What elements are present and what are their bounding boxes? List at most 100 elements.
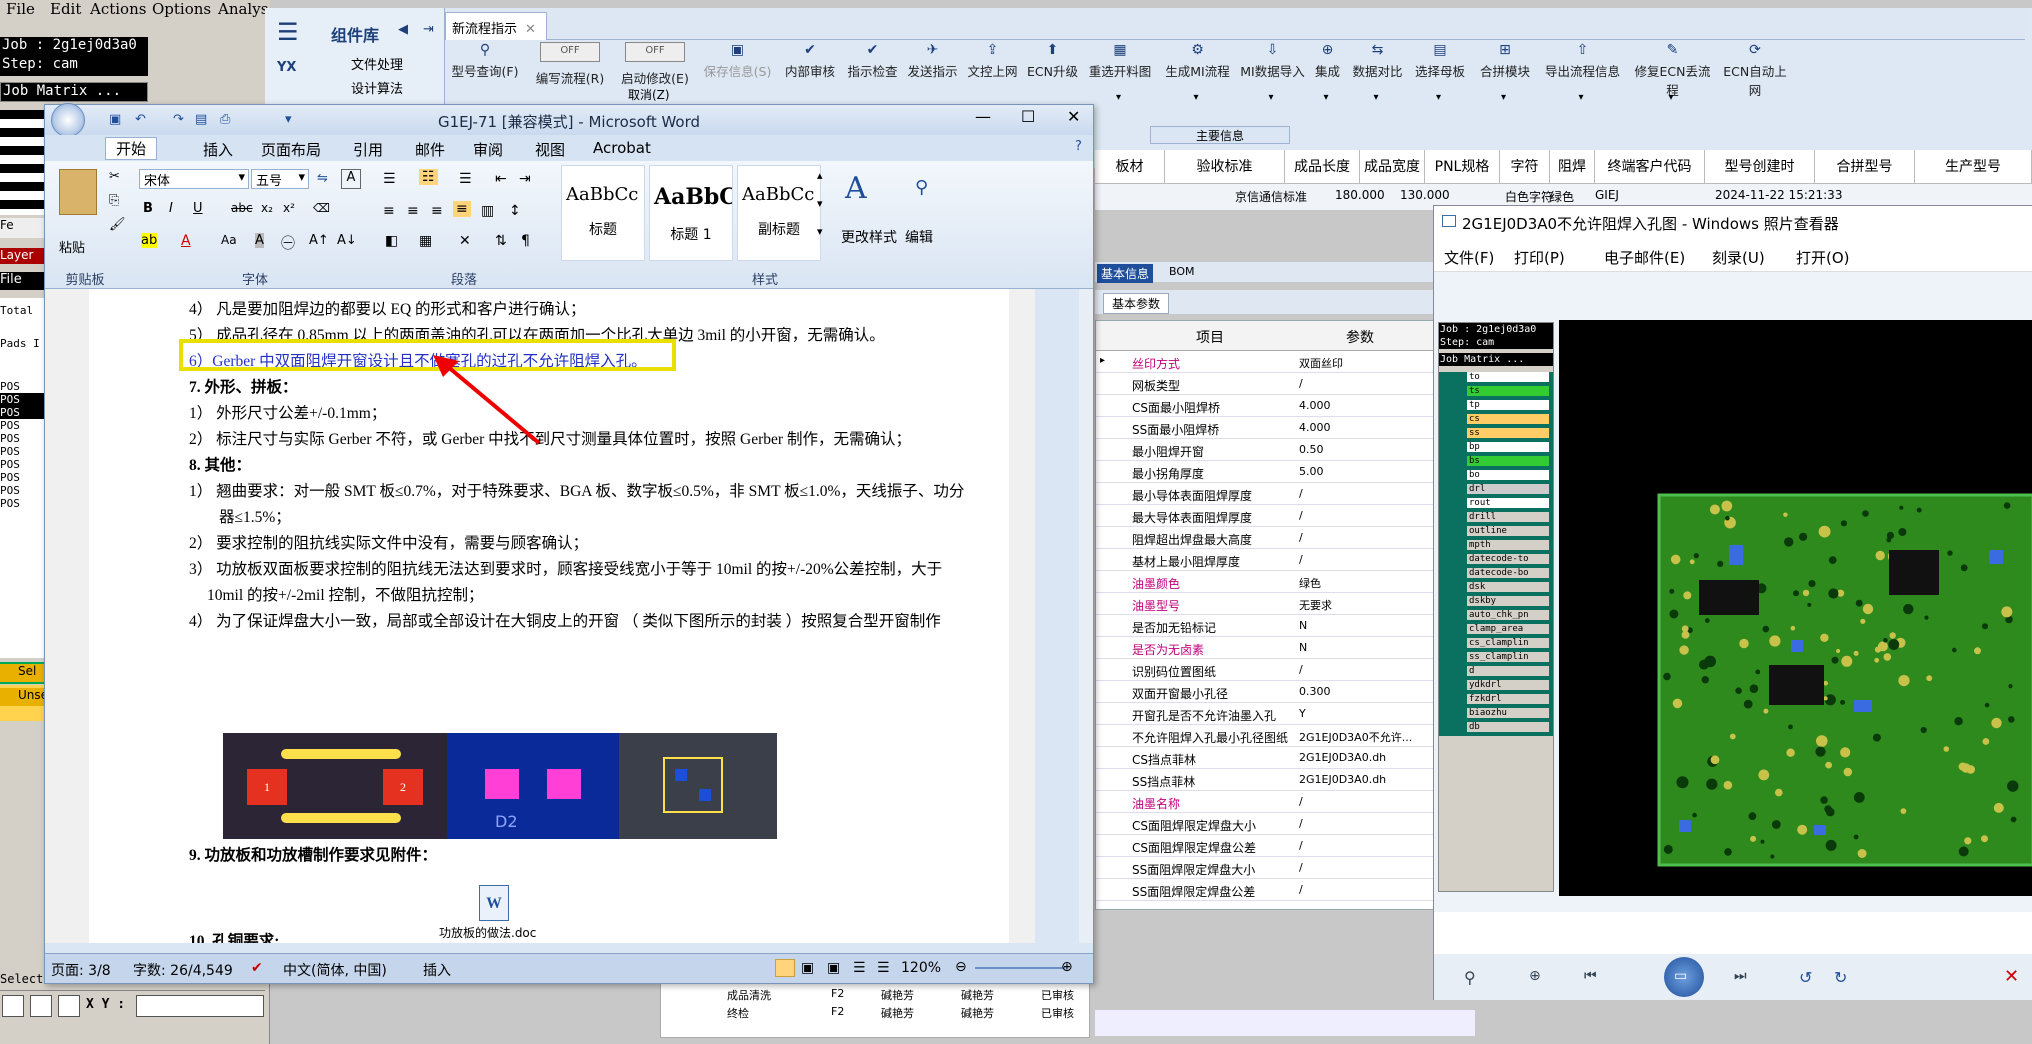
word-vertical-scrollbar[interactable] [1079,289,1093,943]
shading-icon[interactable]: ◧ [385,233,398,249]
char-border-icon[interactable]: A [341,169,361,189]
params-row[interactable]: 油墨颜色 绿色 [1096,571,1444,593]
grid-col-header[interactable]: 生产型号 [1915,150,2032,184]
zoom-out-icon[interactable]: ⊖ [955,959,967,975]
params-row[interactable]: 是否加无铅标记 N [1096,615,1444,637]
ribbon-tab[interactable]: Acrobat [593,139,651,157]
styles-scroll-down-icon[interactable]: ▾ [817,197,823,210]
cam-menu-edit[interactable]: Edit [50,0,81,18]
open-icon[interactable]: ▤ [195,112,207,127]
close-icon[interactable]: ✕ [1067,107,1080,126]
params-row[interactable]: SS挡点菲林 2G1EJ0D3A0.dh [1096,769,1444,791]
params-row[interactable]: 最小阻焊开窗 0.50 [1096,439,1444,461]
chevron-down-icon[interactable]: ▾ [1374,92,1379,103]
params-row[interactable]: 基材上最小阻焊厚度 / [1096,549,1444,571]
grid-col-header[interactable]: 阻焊 [1550,150,1595,184]
chevron-down-icon[interactable]: ▾ [1269,92,1274,103]
subscript-button[interactable]: x₂ [261,201,273,215]
font-name-select[interactable]: 宋体 ▾ [139,169,249,189]
grid-col-header[interactable]: 终端客户代码 [1595,150,1705,184]
nav-item-file-process[interactable]: 文件处理 [323,54,443,74]
word-doc-icon[interactable]: W [479,885,509,921]
toolbar-button-4[interactable]: ✔ 内部审核 [780,42,840,102]
save-icon[interactable]: ▣ [109,112,121,127]
cam-unselect-button[interactable]: Unse [0,688,48,706]
line-spacing-icon[interactable]: ↕ [509,203,521,219]
grid-col-header[interactable]: 板材 [1095,150,1165,184]
zoom-level[interactable]: 120% [901,960,941,976]
increase-indent-icon[interactable]: ⇥ [519,171,531,187]
grid-cell[interactable]: 130.000 [1400,188,1450,202]
bullets-icon[interactable]: ☰ [383,171,396,187]
params-row[interactable]: CS面阻焊限定焊盘大小 / [1096,813,1444,835]
attachment-label[interactable]: 功放板的做法.doc [439,921,536,943]
viewer-menu-item[interactable]: 电子邮件(E) [1604,247,1685,268]
cam-tool-icon[interactable] [30,995,52,1017]
grid-cell[interactable]: 白色字符 [1505,188,1553,205]
cam-menu-file[interactable]: File [6,0,35,18]
params-row[interactable]: 油墨名称 / [1096,791,1444,813]
ribbon-tab[interactable]: 开始 [105,137,158,160]
grid-col-header[interactable]: 验收标准 [1165,150,1285,184]
align-center-icon[interactable]: ≡ [407,203,419,219]
grid-col-header[interactable]: 成品宽度 [1360,150,1425,184]
align-right-icon[interactable]: ≡ [431,203,443,219]
params-row[interactable]: 最大导体表面阻焊厚度 / [1096,505,1444,527]
chevron-down-icon[interactable]: ▾ [1669,92,1674,103]
chevron-down-icon[interactable]: ▾ [1194,92,1199,103]
chevron-down-icon[interactable]: ▾ [1579,92,1584,103]
styles-more-icon[interactable]: ▾ [817,225,823,238]
params-row[interactable]: 开窗孔是否不允许油墨入孔 Y [1096,703,1444,725]
outline-icon[interactable]: ☰ [853,960,866,976]
shrink-font-icon[interactable]: A↓ [337,233,357,248]
params-row[interactable]: CS面阻焊限定焊盘公差 / [1096,835,1444,857]
help-icon[interactable]: ? [1075,139,1082,154]
params-row[interactable]: 网板类型 / [1096,373,1444,395]
viewer-menu-item[interactable]: 打开(O) [1796,247,1850,268]
rotate-right-icon[interactable]: ↻ [1834,968,1847,987]
show-marks-icon[interactable]: ¶ [521,233,530,249]
grow-font-icon[interactable]: A↑ [309,233,329,248]
params-scrollbar[interactable] [1095,1010,1475,1036]
maximize-icon[interactable]: ☐ [1021,107,1035,126]
zoom-in-icon[interactable]: ⊕ [1061,959,1073,975]
enclose-char-icon[interactable]: ㊀ [281,233,295,253]
toolbar-button-3[interactable]: ▣ 保存信息(S) [700,42,775,102]
copy-icon[interactable]: ⎘ [109,193,119,208]
viewer-menu-item[interactable]: 刻录(U) [1712,247,1765,268]
strikethrough-button[interactable]: abc [231,201,253,215]
delete-icon[interactable]: ✕ [2004,966,2019,987]
tab-basic-params[interactable]: 基本参数 [1103,293,1170,314]
justify-icon[interactable]: ≡ [453,201,471,217]
proofing-icon[interactable]: ✔ [251,960,263,976]
nav-pin-icon[interactable]: ⇥ [423,22,434,37]
params-row[interactable]: CS挡点菲林 2G1EJ0D3A0.dh [1096,747,1444,769]
chevron-down-icon[interactable]: ▾ [1116,92,1121,103]
cam-menu-analysis[interactable]: Analys [218,0,268,18]
tab-bom[interactable]: BOM [1169,265,1195,278]
sort-icon[interactable]: ⇅ [495,233,507,249]
toolbar-button-0[interactable]: ⚲ 型号查询(F) [445,42,525,102]
change-case-icon[interactable]: ⇋ [317,171,328,186]
viewer-menu-item[interactable]: 文件(F) [1444,247,1494,268]
grid-cell[interactable]: 2024-11-22 15:21:33 [1715,188,1842,202]
grid-cell[interactable]: 京信通信标准 [1235,188,1307,205]
page-indicator[interactable]: 页面: 3/8 [51,960,111,980]
style-0[interactable]: AaBbCc 标题 [561,165,645,261]
draft-icon[interactable]: ☰ [877,960,890,976]
cam-menu-actions[interactable]: Actions [90,0,146,18]
ribbon-tab[interactable]: 插入 [203,139,233,160]
rotate-left-icon[interactable]: ↺ [1799,968,1812,987]
char-shading-icon[interactable]: A [255,233,264,248]
find-icon[interactable]: ⚲ [915,177,928,198]
change-styles-label[interactable]: 更改样式 [841,227,897,247]
cam-tool-icon[interactable] [2,995,24,1017]
zoom-icon[interactable]: ⚲ [1464,968,1476,987]
grid-col-header[interactable]: 成品长度 [1285,150,1360,184]
cam-layer-list[interactable] [0,110,46,215]
edit-label[interactable]: 编辑 [905,227,933,247]
process-row[interactable]: 终检 F2 碱艳芳 碱艳芳 已审核 [661,1005,1089,1023]
distribute-icon[interactable]: ▥ [481,203,494,219]
multilevel-list-icon[interactable]: ☰ [459,171,472,187]
grid-col-header[interactable]: 合拼型号 [1815,150,1915,184]
